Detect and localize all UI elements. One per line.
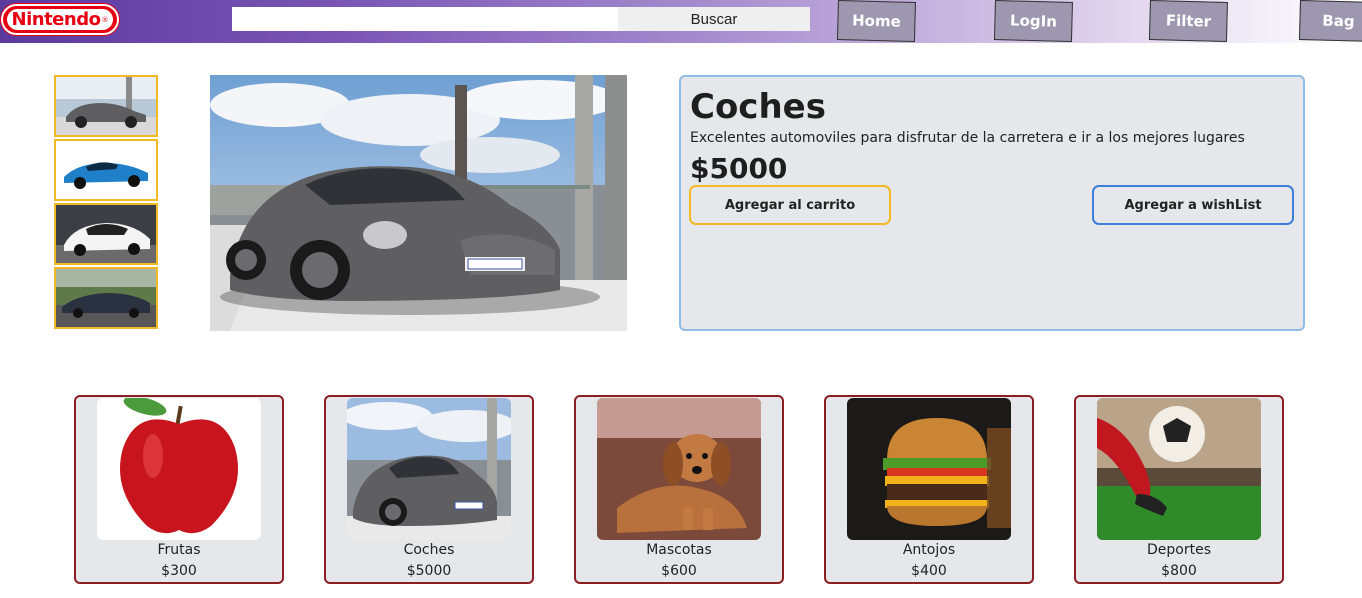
thumbnail-grey-sports-car[interactable] [54,75,158,137]
nav-bag-button[interactable]: Bag [1298,0,1362,43]
card-image-puppy [597,398,761,540]
main-product-image [210,75,627,331]
thumbnail-blue-convertible[interactable] [54,139,158,201]
product-card-frutas[interactable]: Frutas $300 [74,395,284,584]
card-name: Deportes [1147,542,1211,558]
card-price: $300 [161,563,197,579]
add-to-cart-button[interactable]: Agregar al carrito [689,185,891,225]
logo-registered-mark: ® [101,15,109,24]
card-name: Coches [403,542,455,558]
card-image-red-apple [97,398,261,540]
nav-login-button[interactable]: LogIn [993,0,1073,43]
add-to-wishlist-button[interactable]: Agregar a wishList [1092,185,1294,225]
product-description: Excelentes automoviles para disfrutar de… [690,130,1245,146]
product-title: Coches [690,87,826,127]
logo-text: Nintendo [11,8,101,30]
card-image-soccer-kick [1097,398,1261,540]
card-price: $800 [1161,563,1197,579]
card-name: Antojos [902,542,956,558]
card-price: $400 [911,563,947,579]
product-price: $5000 [690,152,788,185]
product-card-coches[interactable]: Coches $5000 [324,395,534,584]
card-image-burger [847,398,1011,540]
nav-filter-button[interactable]: Filter [1148,0,1228,43]
search-button[interactable]: Buscar [618,7,810,31]
card-price: $600 [661,563,697,579]
card-price: $5000 [406,563,452,579]
thumbnail-white-coupe[interactable] [54,203,158,265]
card-image-grey-sports-car [347,398,511,540]
card-name: Mascotas [646,542,712,558]
top-navbar: Nintendo ® Buscar Home LogIn Filter Bag [0,0,1362,43]
product-detail-panel: Coches Excelentes automoviles para disfr… [679,75,1305,331]
thumbnail-list [54,75,158,331]
product-card-mascotas[interactable]: Mascotas $600 [574,395,784,584]
nav-home-button[interactable]: Home [836,0,916,43]
card-name: Frutas [157,542,201,558]
logo-inner: Nintendo ® [7,9,113,30]
product-card-antojos[interactable]: Antojos $400 [824,395,1034,584]
search-input[interactable] [232,7,618,31]
product-card-deportes[interactable]: Deportes $800 [1074,395,1284,584]
thumbnail-dark-hypercar[interactable] [54,267,158,329]
nintendo-logo[interactable]: Nintendo ® [1,4,119,35]
